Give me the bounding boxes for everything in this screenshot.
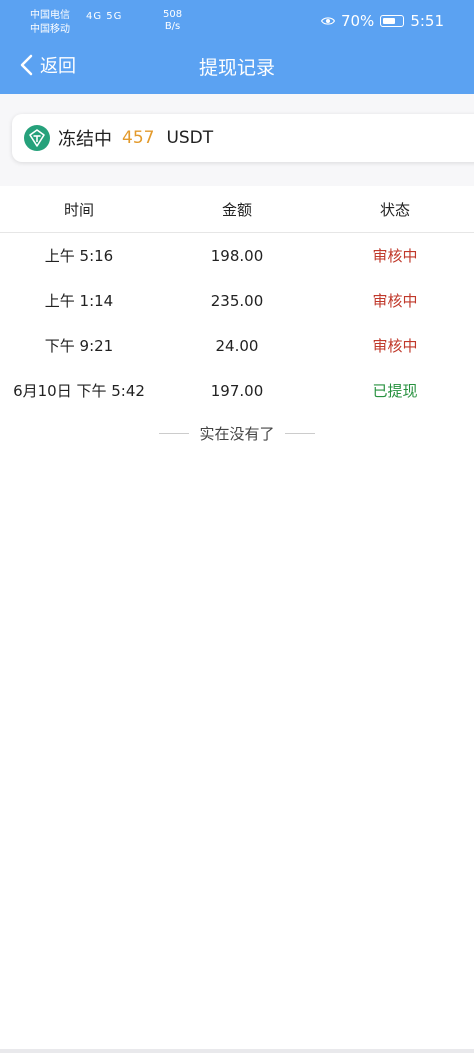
header-status: 状态 <box>379 200 410 219</box>
balance-value: 457 <box>122 128 155 148</box>
row-status: 审核中 <box>372 337 418 355</box>
carrier-2: 中国移动 <box>30 24 70 35</box>
bottom-edge <box>0 1049 474 1053</box>
row-status: 已提现 <box>372 382 418 400</box>
header-time: 时间 <box>63 200 94 219</box>
network-speed: 508 B/s <box>163 9 182 33</box>
divider <box>159 432 190 434</box>
row-time: 下午 9:21 <box>44 337 114 355</box>
usdt-icon <box>24 125 50 151</box>
row-time: 上午 5:16 <box>44 247 114 265</box>
frozen-balance-card: 冻结中 457 USDT <box>12 114 474 162</box>
balance-unit: USDT <box>166 128 214 148</box>
eye-icon <box>320 17 335 25</box>
row-amount: 235.00 <box>210 291 264 310</box>
row-amount: 197.00 <box>210 381 264 400</box>
header-amount: 金额 <box>221 200 252 219</box>
speed-unit: B/s <box>164 21 181 32</box>
carrier-1: 中国电信 <box>30 10 70 21</box>
signal-icon: 4G 5G <box>86 11 122 22</box>
table-row: 上午 5:16 198.00 审核中 <box>0 233 474 278</box>
battery-percent: 70% <box>340 12 375 30</box>
status-bar: 中国电信 中国移动 4G 5G 508 B/s 70% 5:51 <box>0 0 474 38</box>
withdrawal-records: 时间 金额 状态 上午 5:16 198.00 审核中 上午 1:14 235.… <box>0 186 474 1053</box>
carrier-info: 中国电信 中国移动 <box>30 9 70 37</box>
row-status: 审核中 <box>372 247 418 265</box>
signal-labels: 4G 5G <box>86 11 123 22</box>
status-right: 70% 5:51 <box>320 12 444 30</box>
table-row: 上午 1:14 235.00 审核中 <box>0 278 474 323</box>
nav-bar: 返回 提现记录 <box>0 38 474 94</box>
battery-fill <box>383 18 396 24</box>
clock: 5:51 <box>410 12 444 30</box>
balance-label: 冻结中 <box>58 129 112 150</box>
row-amount: 24.00 <box>215 336 259 355</box>
end-of-list: 实在没有了 <box>0 415 474 451</box>
app-header: 中国电信 中国移动 4G 5G 508 B/s 70% 5:51 返回 提现记录 <box>0 0 474 94</box>
row-amount: 198.00 <box>210 246 264 265</box>
speed-value: 508 <box>163 9 183 20</box>
row-status: 审核中 <box>372 292 418 310</box>
table-row: 6月10日 下午 5:42 197.00 已提现 <box>0 368 474 413</box>
battery-icon <box>380 15 405 27</box>
table-row: 下午 9:21 24.00 审核中 <box>0 323 474 368</box>
page-title: 提现记录 <box>198 57 275 79</box>
end-text: 实在没有了 <box>199 424 275 443</box>
divider <box>284 432 315 434</box>
row-time: 6月10日 下午 5:42 <box>13 382 145 400</box>
table-header: 时间 金额 状态 <box>0 186 474 233</box>
row-time: 上午 1:14 <box>44 292 114 310</box>
